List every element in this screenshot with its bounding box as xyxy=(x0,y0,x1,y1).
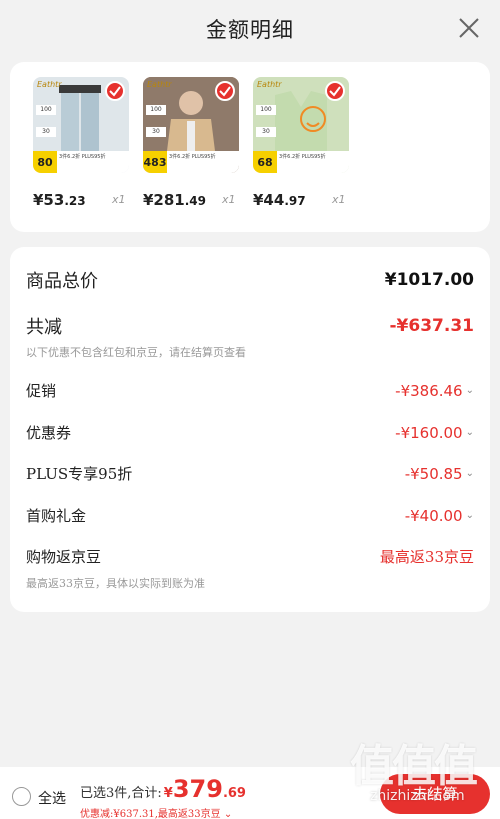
product-price: ¥281 .49 x1 xyxy=(143,191,263,215)
checkout-button[interactable]: 去结算 xyxy=(380,774,490,814)
checked-icon[interactable] xyxy=(105,81,125,101)
promo-text: 3件6.2折 PLUS95折 xyxy=(169,154,216,160)
size-tag: 30 xyxy=(146,127,166,137)
currency-symbol: ¥ xyxy=(163,786,173,801)
light-jeans-photo: Eathtr 100 30 80 3件6.2折 PLUS95折 xyxy=(33,77,129,173)
promo-text: 3件6.2折 PLUS95折 xyxy=(279,154,326,160)
jd-bean-note: 最高返33京豆，具体以实际到账为准 xyxy=(26,577,205,590)
select-all-label[interactable]: 全选 xyxy=(38,788,66,808)
khaki-jacket-photo: Eathtr 100 30 483 3件6.2折 PLUS95折 xyxy=(143,77,239,173)
discount-amount: -¥160.00 xyxy=(395,423,463,442)
brand-logo: Eathtr xyxy=(257,80,282,89)
discount-value: -¥160.00 ⌄ xyxy=(395,424,474,442)
discount-value: -¥40.00 ⌄ xyxy=(405,507,474,525)
bottom-checkout-bar: 全选 已选3件,合计: ¥ 379 .69 优惠减:¥637.31,最高返33京… xyxy=(0,767,500,819)
product-list-card: Eathtr 100 30 80 3件6.2折 PLUS95折 ¥53 .23 … xyxy=(10,62,490,232)
product-price: ¥53 .23 x1 xyxy=(33,191,153,215)
reduce-label: 共减 xyxy=(26,317,62,338)
reduce-note: 以下优惠不包含红包和京豆，请在结算页查看 xyxy=(26,346,246,359)
reduce-value: -¥637.31 xyxy=(389,316,475,336)
chevron-down-icon: ⌄ xyxy=(465,385,474,396)
product-item[interactable]: Eathtr 100 30 483 3件6.2折 PLUS95折 xyxy=(143,77,239,173)
header: 金额明细 xyxy=(0,0,500,58)
size-tag: 30 xyxy=(36,127,56,137)
discount-amount: -¥50.85 xyxy=(404,464,463,483)
discount-label: 促销 xyxy=(26,382,57,400)
badge-number: 483 xyxy=(143,151,167,173)
promo-strip: 80 3件6.2折 PLUS95折 xyxy=(33,151,129,173)
total-amount-decimal: .69 xyxy=(222,786,246,801)
quantity: x1 xyxy=(222,193,236,206)
badge-number: 68 xyxy=(253,151,277,173)
reduce-row: 共减 -¥637.31 xyxy=(26,313,474,339)
checked-icon[interactable] xyxy=(215,81,235,101)
discount-row-promotion[interactable]: 促销 -¥386.46 ⌄ xyxy=(26,380,474,401)
total-summary: 已选3件,合计: ¥ 379 .69 xyxy=(80,775,246,803)
checked-icon[interactable] xyxy=(325,81,345,101)
price-integer: ¥53 xyxy=(33,191,65,209)
green-sweater-vest-photo: Eathtr 100 30 68 3件6.2折 PLUS95折 xyxy=(253,77,349,173)
price-decimal: .23 xyxy=(64,194,86,208)
promo-text: 3件6.2折 PLUS95折 xyxy=(59,154,106,160)
selected-summary: 已选3件,合计: xyxy=(80,786,162,801)
promo-strip: 483 3件6.2折 PLUS95折 xyxy=(143,151,239,173)
product-price: ¥44 .97 x1 xyxy=(253,191,373,215)
promo-strip: 68 3件6.2折 PLUS95折 xyxy=(253,151,349,173)
quantity: x1 xyxy=(332,193,346,206)
jd-bean-label: 购物返京豆 xyxy=(26,548,102,566)
total-label: 商品总价 xyxy=(26,271,98,292)
close-icon[interactable] xyxy=(456,15,482,41)
badge-number: 80 xyxy=(33,151,57,173)
discount-summary-text: 优惠减:¥637.31,最高返33京豆 xyxy=(80,809,221,819)
discount-row-coupon[interactable]: 优惠券 -¥160.00 ⌄ xyxy=(26,422,474,443)
brand-logo: Eathtr xyxy=(147,80,172,89)
price-integer: ¥281 xyxy=(143,191,185,209)
chevron-down-icon: ⌄ xyxy=(465,510,474,521)
jd-bean-value: 最高返33京豆 xyxy=(379,548,474,566)
total-amount: 379 xyxy=(172,775,223,803)
discount-summary[interactable]: 优惠减:¥637.31,最高返33京豆 ⌄ xyxy=(80,805,232,819)
product-item[interactable]: Eathtr 100 30 68 3件6.2折 PLUS95折 xyxy=(253,77,349,173)
price-integer: ¥44 xyxy=(253,191,285,209)
discount-row-first-purchase[interactable]: 首购礼金 -¥40.00 ⌄ xyxy=(26,505,474,526)
total-value: ¥1017.00 xyxy=(384,270,474,290)
discount-value: -¥50.85 ⌄ xyxy=(405,465,474,483)
jd-bean-row: 购物返京豆 最高返33京豆 xyxy=(26,546,474,567)
price-decimal: .97 xyxy=(284,194,306,208)
chevron-down-icon: ⌄ xyxy=(465,427,474,438)
select-all-radio[interactable] xyxy=(12,787,31,806)
brand-logo: Eathtr xyxy=(37,80,62,89)
amount-detail-card: 商品总价 ¥1017.00 共减 -¥637.31 以下优惠不包含红包和京豆，请… xyxy=(10,247,490,612)
product-item[interactable]: Eathtr 100 30 80 3件6.2折 PLUS95折 xyxy=(33,77,129,173)
quantity: x1 xyxy=(112,193,126,206)
discount-amount: -¥386.46 xyxy=(395,381,463,400)
page-title: 金额明细 xyxy=(206,18,294,42)
discount-label: 优惠券 xyxy=(26,424,72,442)
size-tag: 100 xyxy=(256,105,276,115)
size-tag: 100 xyxy=(36,105,56,115)
discount-label: PLUS专享95折 xyxy=(26,465,133,483)
discount-amount: -¥40.00 xyxy=(404,506,463,525)
size-tag: 30 xyxy=(256,127,276,137)
total-row: 商品总价 ¥1017.00 xyxy=(26,267,474,293)
price-decimal: .49 xyxy=(184,194,207,208)
discount-value: -¥386.46 ⌄ xyxy=(395,382,474,400)
size-tag: 100 xyxy=(146,105,166,115)
chevron-down-icon: ⌄ xyxy=(223,809,233,819)
chevron-down-icon: ⌄ xyxy=(465,468,474,479)
discount-label: 首购礼金 xyxy=(26,507,87,525)
discount-row-plus[interactable]: PLUS专享95折 -¥50.85 ⌄ xyxy=(26,463,474,484)
